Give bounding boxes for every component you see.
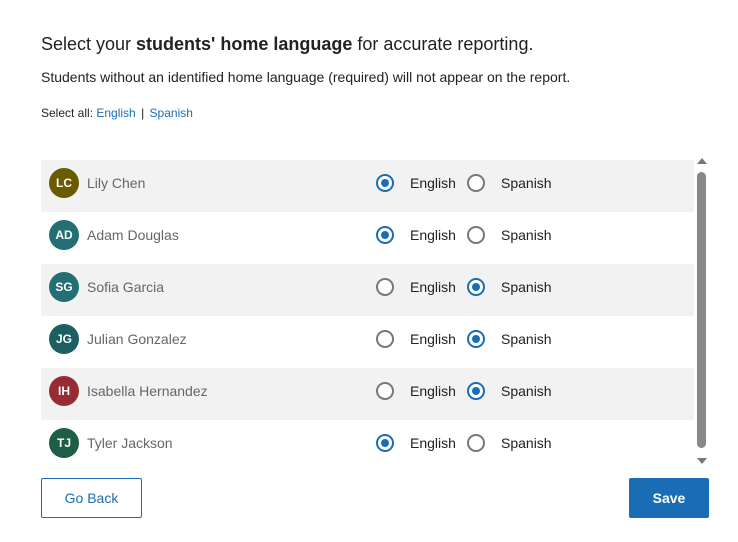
spanish-radio[interactable] [467,226,485,244]
spanish-option[interactable]: Spanish [467,432,552,454]
select-all-spanish-link[interactable]: Spanish [150,106,193,120]
spanish-label: Spanish [501,175,552,191]
title-bold: students' home language [136,34,353,54]
student-name: Tyler Jackson [87,435,173,451]
english-label: English [410,227,456,243]
english-radio[interactable] [376,278,394,296]
spanish-option[interactable]: Spanish [467,276,552,298]
spanish-option[interactable]: Spanish [467,380,552,402]
avatar: AD [49,220,79,250]
student-name: Lily Chen [87,175,146,191]
spanish-radio[interactable] [467,278,485,296]
save-button[interactable]: Save [629,478,709,518]
avatar: LC [49,168,79,198]
english-label: English [410,383,456,399]
select-all-separator: | [141,106,145,120]
spanish-label: Spanish [501,227,552,243]
english-radio[interactable] [376,226,394,244]
student-name: Sofia Garcia [87,279,165,295]
student-row: IH Isabella Hernandez English Spanish [41,368,694,420]
title-prefix: Select your [41,34,137,54]
go-back-button[interactable]: Go Back [41,478,142,518]
spanish-label: Spanish [501,331,552,347]
student-row: LC Lily Chen English Spanish [41,160,694,212]
avatar: TJ [49,428,79,458]
english-option[interactable]: English [376,432,456,454]
spanish-label: Spanish [501,383,552,399]
english-radio[interactable] [376,330,394,348]
spanish-option[interactable]: Spanish [467,328,552,350]
student-row: AD Adam Douglas English Spanish [41,212,694,264]
avatar: IH [49,376,79,406]
list-scrollbar[interactable] [696,158,708,464]
english-radio[interactable] [376,382,394,400]
title-suffix: for accurate reporting. [352,34,534,54]
student-name: Adam Douglas [87,227,179,243]
spanish-option[interactable]: Spanish [467,172,552,194]
english-radio[interactable] [376,434,394,452]
spanish-label: Spanish [501,279,552,295]
scrollbar-thumb[interactable] [697,172,706,448]
english-option[interactable]: English [376,276,456,298]
student-name: Julian Gonzalez [87,331,187,347]
english-option[interactable]: English [376,380,456,402]
spanish-radio[interactable] [467,330,485,348]
english-option[interactable]: English [376,172,456,194]
spanish-radio[interactable] [467,174,485,192]
student-list: LC Lily Chen English Spanish AD Adam Dou… [41,160,694,466]
page-title: Select your students' home language for … [41,34,533,55]
english-label: English [410,279,456,295]
english-option[interactable]: English [376,328,456,350]
scroll-down-arrow-icon[interactable] [697,458,707,464]
student-row: JG Julian Gonzalez English Spanish [41,316,694,368]
avatar: JG [49,324,79,354]
english-option[interactable]: English [376,224,456,246]
spanish-radio[interactable] [467,382,485,400]
english-label: English [410,175,456,191]
spanish-radio[interactable] [467,434,485,452]
select-all-label: Select all: [41,106,94,120]
english-label: English [410,331,456,347]
english-radio[interactable] [376,174,394,192]
english-label: English [410,435,456,451]
scroll-up-arrow-icon[interactable] [697,158,707,164]
student-name: Isabella Hernandez [87,383,208,399]
spanish-label: Spanish [501,435,552,451]
student-row: TJ Tyler Jackson English Spanish [41,420,694,466]
spanish-option[interactable]: Spanish [467,224,552,246]
page-subtitle: Students without an identified home lang… [41,69,571,85]
student-row: SG Sofia Garcia English Spanish [41,264,694,316]
avatar: SG [49,272,79,302]
select-all-english-link[interactable]: English [96,106,135,120]
select-all: Select all: English | Spanish [41,106,193,120]
